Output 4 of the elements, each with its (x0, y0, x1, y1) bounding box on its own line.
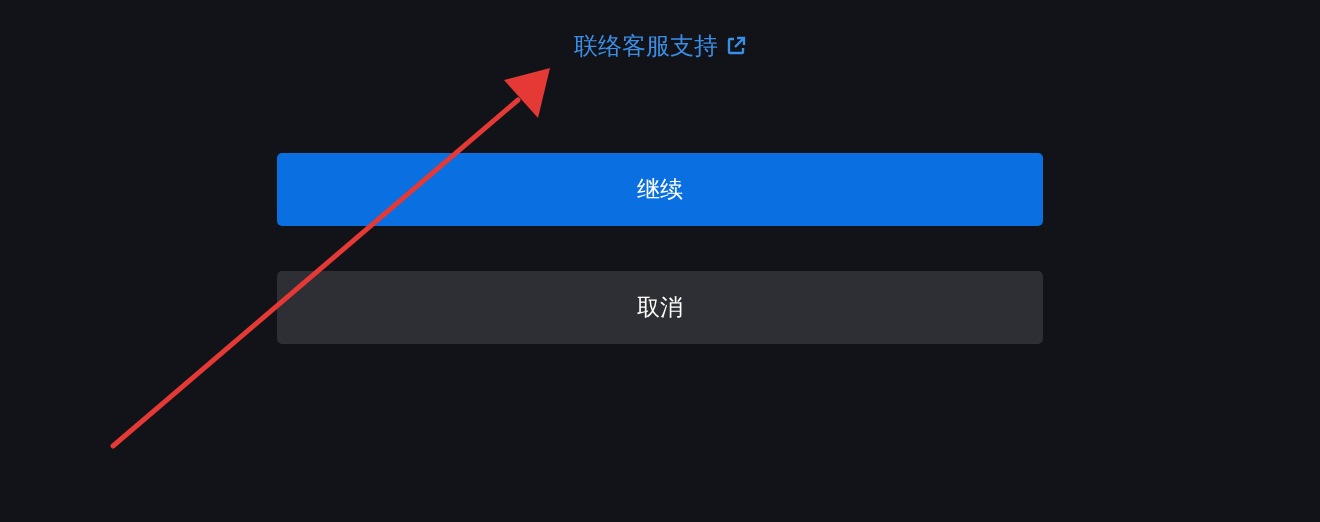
support-link[interactable]: 联络客服支持 (574, 32, 746, 61)
external-link-icon (726, 36, 746, 57)
continue-button[interactable]: 继续 (277, 153, 1043, 226)
cancel-button[interactable]: 取消 (277, 271, 1043, 344)
